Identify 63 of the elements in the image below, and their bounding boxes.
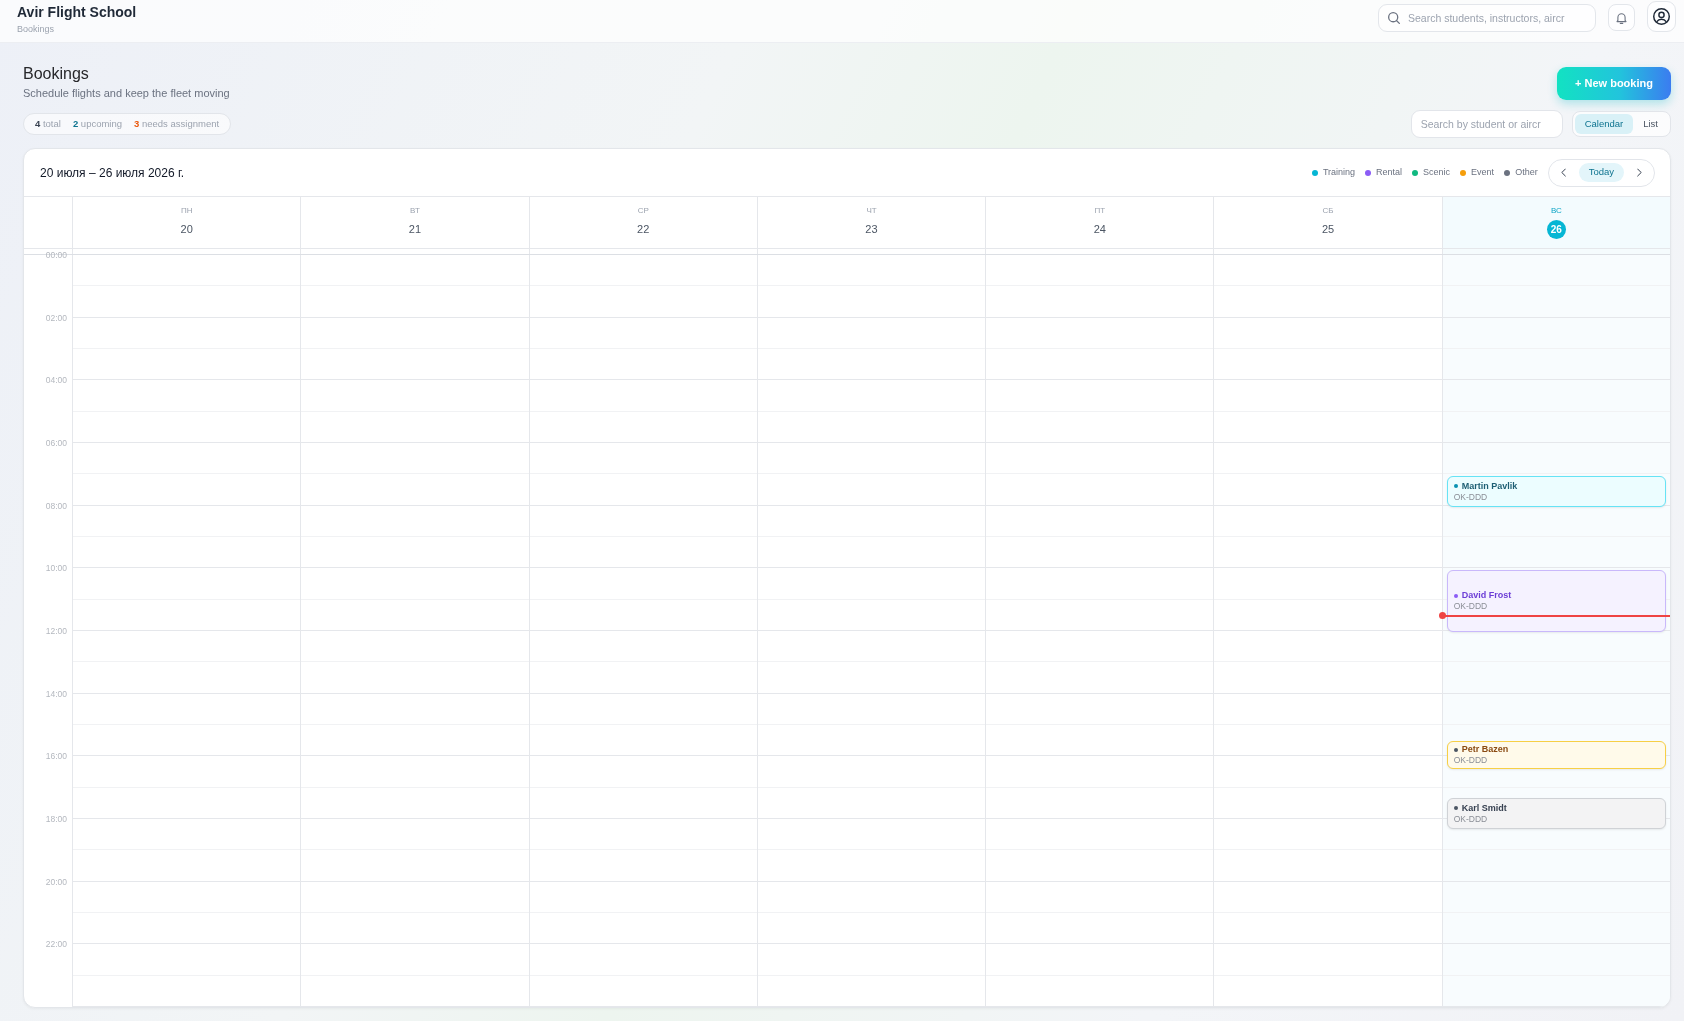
today-button[interactable]: Today: [1578, 163, 1624, 182]
booking-search-field[interactable]: Search by student or aircr: [1410, 110, 1563, 138]
booking-card[interactable]: Karl Smidt OK-DDD: [1446, 798, 1666, 829]
time-label: 18:00: [45, 814, 67, 825]
time-label: 20:00: [45, 876, 67, 887]
booking-aircraft: OK-DDD: [1453, 755, 1489, 766]
day-date: 24: [1093, 222, 1106, 237]
day-date: 23: [865, 222, 878, 237]
time-label: 14:00: [45, 688, 67, 699]
legend-label: Training: [1322, 167, 1356, 178]
chevron-left-icon: [1561, 168, 1567, 177]
stat-text: 4 total: [35, 118, 61, 130]
page-description: Schedule flights and keep the fleet moving: [23, 86, 230, 101]
search-field[interactable]: Search students, instructors, aircr: [1378, 3, 1596, 32]
search-icon: [1388, 11, 1400, 24]
weekday-label: ЧТ: [866, 206, 877, 216]
weekday-label: ВТ: [410, 206, 420, 216]
time-label: 12:00: [45, 626, 67, 637]
chevron-right-icon: [1636, 168, 1642, 177]
time-label: 08:00: [45, 500, 67, 511]
account-button[interactable]: [1647, 1, 1676, 32]
time-label: 02:00: [45, 312, 67, 323]
weekday-label: ВС: [1550, 206, 1562, 216]
booking-card[interactable]: David Frost OK-DDD: [1446, 570, 1666, 632]
booking-aircraft: OK-DDD: [1453, 813, 1489, 825]
booking-card[interactable]: Petr Bazen OK-DDD: [1446, 741, 1666, 769]
notifications-button[interactable]: [1608, 4, 1635, 31]
booking-name: Martin Pavlik: [1461, 480, 1518, 492]
time-label: 16:00: [45, 751, 67, 762]
weekday-label: ПТ: [1094, 206, 1106, 216]
stat-text: 3 needs assignment: [134, 118, 220, 130]
app-subtitle: Bookings: [17, 23, 56, 35]
booking-aircraft: OK-DDD: [1453, 491, 1489, 503]
day-date: 21: [408, 222, 422, 237]
booking-name: David Frost: [1461, 590, 1512, 601]
booking-name: Petr Bazen: [1461, 744, 1509, 755]
time-label: 10:00: [45, 563, 67, 574]
booking-aircraft: OK-DDD: [1453, 601, 1489, 612]
time-label: 04:00: [45, 375, 67, 386]
view-tab[interactable]: List: [1633, 114, 1668, 134]
legend-label: Event: [1471, 167, 1495, 178]
day-date: 22: [637, 222, 650, 237]
booking-name: Karl Smidt: [1461, 802, 1507, 814]
legend-label: Rental: [1376, 167, 1403, 178]
legend-label: Other: [1515, 167, 1538, 178]
user-avatar-icon: [1653, 8, 1670, 25]
day-date: 25: [1321, 222, 1335, 237]
bell-icon: [1616, 11, 1627, 24]
time-label: 00:00: [45, 250, 67, 260]
app-title: Avir Flight School: [17, 4, 137, 21]
date-range-title: 20 июля – 26 июля 2026 г.: [40, 164, 185, 182]
stat-text: 2 upcoming: [72, 118, 123, 130]
weekday-label: ПН: [180, 206, 193, 216]
time-label: 06:00: [45, 438, 67, 448]
page-title: Bookings: [23, 64, 90, 84]
day-date: 26: [1546, 220, 1566, 239]
legend-label: Scenic: [1423, 167, 1451, 178]
view-tab[interactable]: Calendar: [1574, 114, 1634, 134]
day-date: 20: [180, 222, 193, 237]
booking-card[interactable]: Martin Pavlik OK-DDD: [1446, 476, 1666, 507]
time-label: 22:00: [45, 939, 67, 950]
weekday-label: СР: [637, 206, 649, 216]
weekday-label: СБ: [1322, 206, 1334, 216]
